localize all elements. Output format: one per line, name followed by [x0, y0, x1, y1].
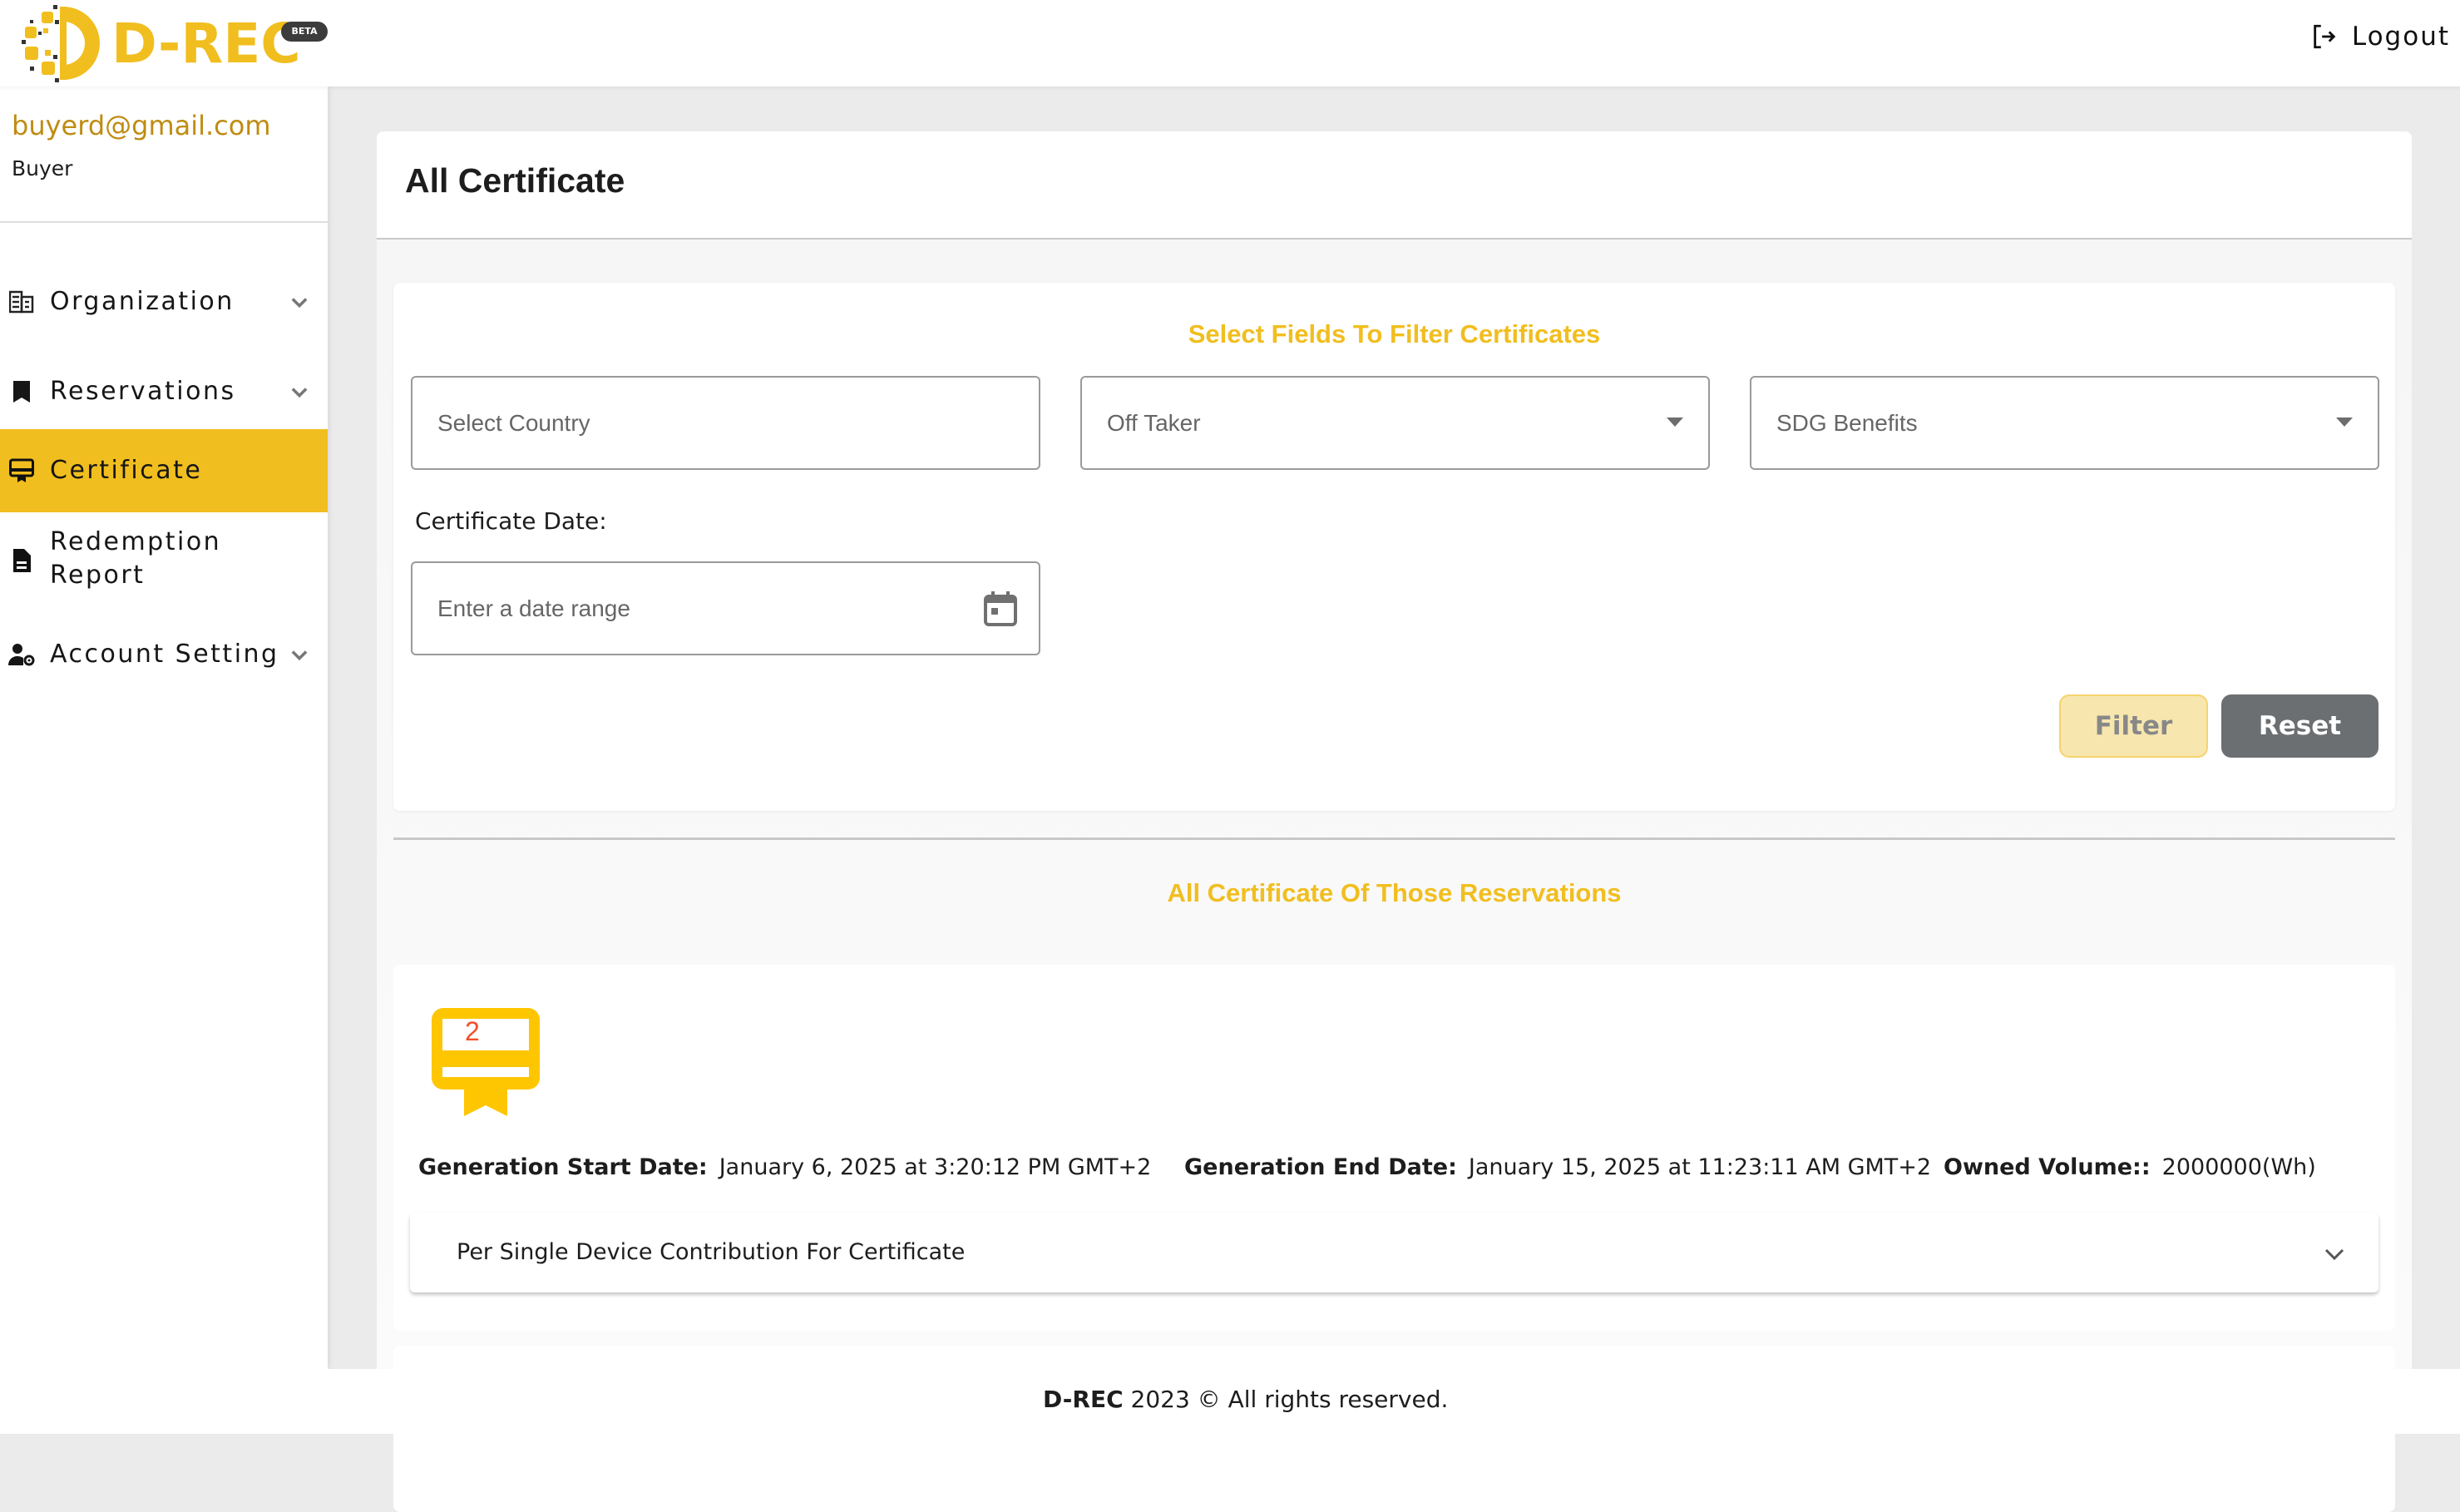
main-card: All Certificate Select Fields To Filter … [377, 131, 2412, 1512]
certificate-date-label: Certificate Date: [415, 507, 607, 535]
chevron-down-icon [291, 298, 308, 309]
generation-end-date: Generation End Date: January 15, 2025 at … [1184, 1154, 1931, 1180]
top-header: D-REC BETA Logout [0, 0, 2460, 86]
footer-copyright: D-REC 2023 © All rights reserved. [1043, 1386, 1448, 1413]
beta-badge: BETA [281, 22, 328, 42]
sidebar-item-account-setting[interactable]: Account Setting [0, 625, 328, 684]
start-date-label: Generation Start Date: [418, 1154, 708, 1180]
reset-button[interactable]: Reset [2221, 694, 2378, 758]
sidebar-item-label-line1: Redemption [50, 527, 222, 556]
calendar-icon[interactable] [984, 591, 1017, 626]
chevron-down-icon [291, 650, 308, 661]
certificate-card: 2 Generation Start Date: January 6, 2025 … [393, 965, 2395, 1331]
certificate-number: 2 [465, 1016, 480, 1046]
page-title: All Certificate [405, 161, 625, 200]
list-divider [393, 838, 2395, 840]
chevron-down-icon [2324, 1248, 2344, 1261]
start-date-value: January 6, 2025 at 3:20:12 PM GMT+2 [719, 1154, 1152, 1180]
logout-label: Logout [2351, 22, 2450, 52]
logo-mark-icon [22, 5, 100, 82]
content-area: Select Fields To Filter Certificates Sel… [377, 240, 2412, 1512]
sidebar-item-label: Certificate [50, 456, 203, 485]
building-icon [8, 289, 35, 315]
country-placeholder: Select Country [437, 410, 590, 436]
sidebar-item-organization[interactable]: Organization [0, 273, 328, 331]
filter-card: Select Fields To Filter Certificates Sel… [393, 283, 2395, 811]
offtaker-select[interactable]: Off Taker [1080, 376, 1710, 470]
footer: D-REC 2023 © All rights reserved. [0, 1369, 2460, 1434]
user-gear-icon [8, 641, 35, 668]
sidebar-divider [0, 221, 328, 223]
sidebar-item-label: Account Setting [50, 640, 279, 669]
end-date-value: January 15, 2025 at 11:23:11 AM GMT+2 [1468, 1154, 1932, 1180]
user-email: buyerd@gmail.com [12, 110, 271, 141]
bookmark-icon [8, 378, 35, 405]
dropdown-arrow-icon [2336, 418, 2353, 427]
sdg-benefits-select[interactable]: SDG Benefits [1750, 376, 2379, 470]
user-role: Buyer [12, 156, 73, 180]
sdg-placeholder: SDG Benefits [1776, 410, 1918, 436]
owned-volume-value: 2000000(Wh) [2161, 1154, 2316, 1180]
owned-volume-label: Owned Volume:: [1944, 1154, 2151, 1180]
logout-button[interactable]: Logout [2310, 22, 2450, 52]
dropdown-arrow-icon [1667, 418, 1683, 427]
filter-heading: Select Fields To Filter Certificates [1188, 319, 1601, 348]
device-contribution-accordion[interactable]: Per Single Device Contribution For Certi… [410, 1213, 2378, 1292]
document-icon [8, 547, 35, 574]
sidebar-item-label: Reservations [50, 377, 236, 406]
sidebar-item-reservations[interactable]: Reservations [0, 363, 328, 421]
app-logo[interactable]: D-REC BETA [18, 3, 328, 83]
certificate-badge-icon [432, 1008, 540, 1116]
end-date-label: Generation End Date: [1184, 1154, 1457, 1180]
country-select[interactable]: Select Country [411, 376, 1040, 470]
sidebar-item-redemption-report[interactable]: Redemption Report [0, 519, 328, 602]
footer-brand: D-REC [1043, 1386, 1124, 1413]
owned-volume: Owned Volume:: 2000000(Wh) [1944, 1154, 2316, 1180]
sidebar: buyerd@gmail.com Buyer Organization Rese… [0, 86, 328, 1369]
sidebar-item-label: Organization [50, 287, 235, 316]
logout-icon [2314, 24, 2336, 49]
sidebar-item-certificate[interactable]: Certificate [0, 429, 328, 512]
sidebar-item-label-line2: Report [50, 561, 146, 590]
logo-text: D-REC [111, 12, 301, 76]
certificates-list-heading: All Certificate Of Those Reservations [1167, 878, 1622, 907]
date-range-input[interactable]: Enter a date range [411, 561, 1040, 655]
date-range-placeholder: Enter a date range [437, 595, 630, 621]
offtaker-placeholder: Off Taker [1107, 410, 1201, 436]
accordion-label: Per Single Device Contribution For Certi… [457, 1239, 966, 1265]
chevron-down-icon [291, 388, 308, 398]
filter-button[interactable]: Filter [2059, 694, 2208, 758]
generation-start-date: Generation Start Date: January 6, 2025 at… [418, 1154, 1151, 1180]
footer-text: 2023 © All rights reserved. [1123, 1386, 1449, 1413]
certificate-icon [8, 457, 35, 484]
